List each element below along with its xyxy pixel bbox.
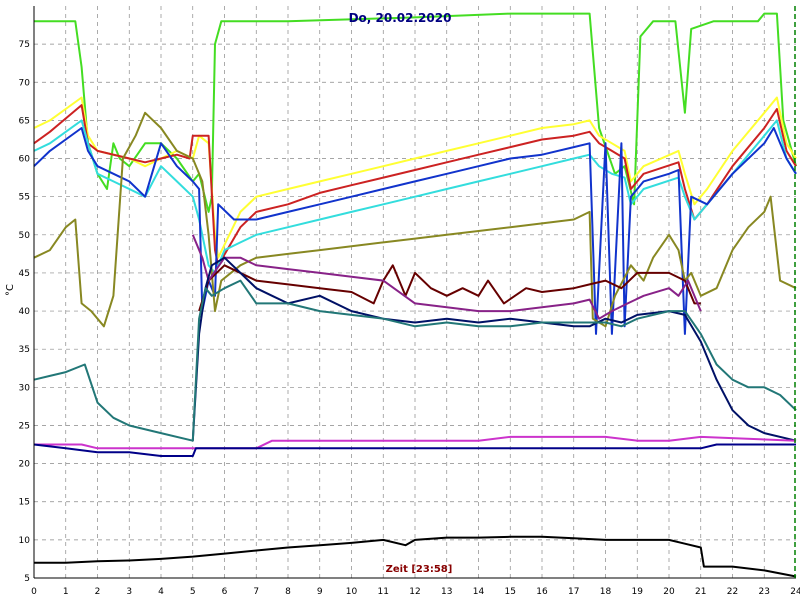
y-tick-label-5: 5: [24, 574, 30, 584]
chart-background: [0, 0, 800, 600]
x-axis-label: Zeit [23:58]: [386, 564, 453, 575]
y-tick-label-60: 60: [19, 155, 31, 165]
y-tick-label-35: 35: [19, 345, 30, 355]
x-tick-label-18: 18: [600, 587, 612, 597]
chart-title: Do, 20.02.2020: [349, 11, 452, 25]
x-tick-label-19: 19: [632, 587, 644, 597]
x-tick-label-7: 7: [253, 587, 259, 597]
y-tick-label-40: 40: [19, 307, 31, 317]
x-tick-label-2: 2: [95, 587, 101, 597]
x-tick-label-3: 3: [126, 587, 132, 597]
x-tick-label-16: 16: [536, 587, 548, 597]
y-tick-label-70: 70: [19, 78, 31, 88]
y-tick-label-65: 65: [19, 116, 30, 126]
x-tick-label-24: 24: [790, 587, 800, 597]
x-tick-label-23: 23: [759, 587, 770, 597]
x-tick-label-14: 14: [473, 587, 485, 597]
x-tick-label-20: 20: [663, 587, 675, 597]
x-tick-label-4: 4: [158, 587, 164, 597]
y-tick-label-30: 30: [19, 383, 31, 393]
y-tick-label-25: 25: [19, 421, 30, 431]
x-tick-label-0: 0: [31, 587, 37, 597]
x-tick-label-9: 9: [317, 587, 323, 597]
x-tick-label-15: 15: [505, 587, 516, 597]
x-tick-label-11: 11: [378, 587, 389, 597]
temperature-chart: 0 1 2 3 4 5 6 7 8 9 10 11 12 13 14 15 16 17 18 19 20 21 22 23 24…: [0, 0, 800, 600]
x-tick-label-6: 6: [222, 587, 228, 597]
x-tick-label-8: 8: [285, 587, 291, 597]
y-tick-label-75: 75: [19, 40, 30, 50]
x-tick-label-13: 13: [441, 587, 452, 597]
x-tick-label-21: 21: [695, 587, 706, 597]
x-tick-label-1: 1: [63, 587, 69, 597]
x-tick-label-22: 22: [727, 587, 738, 597]
y-tick-label-15: 15: [19, 498, 30, 508]
y-tick-label-45: 45: [19, 269, 30, 279]
y-tick-label-20: 20: [19, 460, 31, 470]
y-axis-label: °C: [5, 284, 16, 296]
y-tick-label-50: 50: [19, 231, 31, 241]
y-tick-label-10: 10: [19, 536, 31, 546]
x-tick-label-5: 5: [190, 587, 196, 597]
y-tick-label-55: 55: [19, 193, 30, 203]
x-tick-label-17: 17: [568, 587, 579, 597]
x-tick-label-10: 10: [346, 587, 358, 597]
x-tick-label-12: 12: [409, 587, 420, 597]
